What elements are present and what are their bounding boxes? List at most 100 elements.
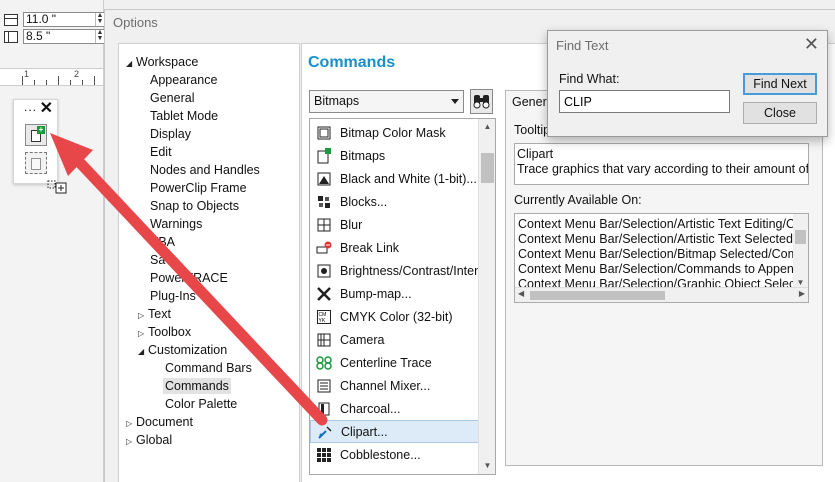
tree-item-customization[interactable]: ◢ Customization: [138, 342, 227, 360]
ruler-label-2: 2: [74, 69, 80, 79]
list-item[interactable]: Centerline Trace: [310, 351, 479, 374]
tree-item-general[interactable]: General: [150, 90, 194, 106]
camera-icon: [316, 332, 332, 348]
tree-item-save[interactable]: Save: [150, 252, 179, 268]
tree-item-workspace[interactable]: ◢ Workspace: [126, 54, 198, 72]
category-dropdown[interactable]: Bitmaps: [309, 90, 464, 113]
commands-scrollbar[interactable]: ▲ ▼: [478, 119, 495, 474]
tree-item-tablet-mode[interactable]: Tablet Mode: [150, 108, 218, 124]
options-tree[interactable]: ◢ Workspace Appearance General Tablet Mod…: [118, 43, 300, 482]
close-button[interactable]: Close: [743, 102, 817, 124]
list-item[interactable]: Black and White (1-bit)...: [310, 167, 479, 190]
available-vertical-scrollbar[interactable]: ▼: [793, 214, 808, 287]
page-width-input[interactable]: 11.0 " ▲ ▼: [23, 12, 105, 27]
tree-item-commands[interactable]: Commands: [163, 378, 231, 394]
tree-item-color-palette[interactable]: Color Palette: [165, 396, 237, 412]
expand-toggle-icon[interactable]: ◢: [126, 56, 136, 72]
cmyk-icon: CM YK: [316, 309, 332, 325]
tree-item-powertrace[interactable]: PowerTRACE: [150, 270, 228, 286]
list-item-selected[interactable]: Clipart...: [310, 420, 479, 443]
ruler-label-1: 1: [24, 69, 30, 79]
find-next-button[interactable]: Find Next: [743, 73, 817, 95]
scroll-down-icon[interactable]: ▼: [793, 278, 808, 287]
available-on-label: Currently Available On:: [514, 193, 642, 207]
bitmaps-icon: [316, 147, 332, 164]
tree-item-command-bars[interactable]: Command Bars: [165, 360, 252, 376]
svg-text:YK: YK: [319, 318, 326, 324]
scroll-down-icon[interactable]: ▼: [479, 459, 495, 473]
custom-toolbar-panel[interactable]: ... ✕ +: [13, 99, 58, 184]
list-item[interactable]: Brightness/Contrast/Intensity...: [310, 259, 479, 282]
find-what-input[interactable]: [559, 90, 730, 113]
height-spinner[interactable]: ▲ ▼: [95, 29, 104, 43]
available-on-list[interactable]: Context Menu Bar/Selection/Artistic Text…: [514, 213, 809, 303]
tree-item-snap-to-objects[interactable]: Snap to Objects: [150, 198, 239, 214]
binoculars-icon: [473, 95, 490, 109]
list-item[interactable]: Charcoal...: [310, 397, 479, 420]
list-item[interactable]: Camera: [310, 328, 479, 351]
list-item[interactable]: Context Menu Bar/Selection/Artistic Text…: [518, 217, 802, 232]
expand-toggle-icon[interactable]: ▷: [126, 434, 136, 450]
tree-item-display[interactable]: Display: [150, 126, 191, 142]
insert-page-button[interactable]: +: [25, 124, 47, 146]
command-details-pane: General Tooltip Clipart Trace graphics t…: [505, 90, 823, 466]
scroll-thumb[interactable]: [481, 153, 494, 183]
tree-item-document[interactable]: ▷ Document: [126, 414, 193, 432]
tooltip-textbox[interactable]: Clipart Trace graphics that vary accordi…: [514, 143, 809, 185]
expand-toggle-icon[interactable]: ▷: [138, 326, 148, 342]
clipart-icon: [317, 424, 333, 440]
tree-item-edit[interactable]: Edit: [150, 144, 172, 160]
list-item[interactable]: Bitmap Color Mask: [310, 121, 479, 144]
list-item[interactable]: Context Menu Bar/Selection/Artistic Text…: [518, 232, 805, 247]
width-spinner[interactable]: ▲ ▼: [95, 12, 104, 26]
list-item[interactable]: Break Link: [310, 236, 479, 259]
options-title: Options: [113, 15, 158, 30]
blocks-icon: [316, 194, 332, 210]
height-row: 8.5 " ▲ ▼: [4, 29, 105, 44]
tree-item-powerclip-frame[interactable]: PowerClip Frame: [150, 180, 247, 196]
tree-item-plug-ins[interactable]: Plug-Ins: [150, 288, 196, 304]
list-item[interactable]: Blocks...: [310, 190, 479, 213]
expand-toggle-icon[interactable]: ▷: [138, 308, 148, 324]
horizontal-ruler: 1 2: [0, 68, 103, 86]
tree-item-warnings[interactable]: Warnings: [150, 216, 202, 232]
scroll-thumb[interactable]: [530, 291, 665, 300]
drag-add-cursor-icon: [47, 180, 67, 194]
tree-item-text[interactable]: ▷ Text: [138, 306, 171, 324]
tree-item-toolbox[interactable]: ▷ Toolbox: [138, 324, 191, 342]
expand-toggle-icon[interactable]: ▷: [126, 416, 136, 432]
charcoal-icon: [316, 401, 332, 417]
list-item[interactable]: Context Menu Bar/Selection/Commands to A…: [518, 262, 801, 277]
toolbar-grip[interactable]: ...: [24, 100, 37, 114]
list-item[interactable]: Cobblestone...: [310, 443, 479, 466]
page-height-input[interactable]: 8.5 " ▲ ▼: [23, 29, 105, 44]
bump-map-icon: [316, 286, 332, 302]
page-title: Commands: [308, 54, 396, 71]
scroll-up-icon[interactable]: ▲: [479, 120, 495, 134]
channel-mixer-icon: [316, 378, 332, 394]
commands-list[interactable]: Bitmap Color Mask Bitmaps Black and Whit…: [309, 118, 496, 475]
tree-item-nodes-handles[interactable]: Nodes and Handles: [150, 162, 260, 178]
close-icon[interactable]: ✕: [40, 98, 53, 118]
find-text-dialog: Find Text ✕ Find What: Find Next Close: [547, 30, 828, 137]
find-button[interactable]: [470, 89, 493, 114]
available-horizontal-scrollbar[interactable]: ◀ ▶: [515, 287, 808, 302]
blur-icon: [316, 217, 332, 233]
list-item[interactable]: CM YK CMYK Color (32-bit): [310, 305, 479, 328]
chevron-down-icon: [451, 99, 459, 104]
scroll-right-icon[interactable]: ▶: [799, 289, 805, 298]
list-item[interactable]: Context Menu Bar/Selection/Bitmap Select…: [518, 247, 808, 262]
bitmap-color-mask-icon: [316, 125, 332, 141]
tree-item-global[interactable]: ▷ Global: [126, 432, 172, 450]
list-item[interactable]: Bitmaps: [310, 144, 479, 167]
scroll-left-icon[interactable]: ◀: [518, 289, 524, 298]
list-item[interactable]: Bump-map...: [310, 282, 479, 305]
tree-item-appearance[interactable]: Appearance: [150, 72, 217, 88]
close-icon[interactable]: ✕: [804, 34, 819, 55]
list-item[interactable]: Channel Mixer...: [310, 374, 479, 397]
tree-item-vba[interactable]: VBA: [150, 234, 175, 250]
collapse-toggle-icon[interactable]: ◢: [138, 344, 148, 360]
drop-placeholder[interactable]: [25, 152, 47, 174]
list-item[interactable]: Blur: [310, 213, 479, 236]
cobblestone-icon: [316, 447, 332, 463]
